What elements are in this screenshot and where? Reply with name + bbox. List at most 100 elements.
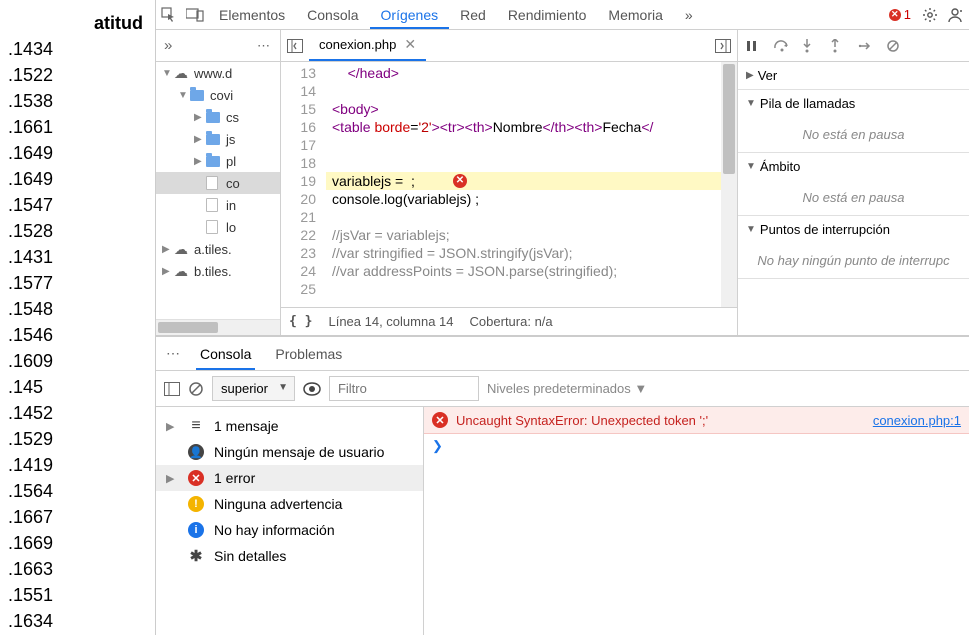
code-line-16[interactable]: <table borde='2'><tr><th>Nombre</th><th>… <box>326 118 737 136</box>
debug-section-ámbito: ▼ÁmbitoNo está en pausa <box>738 153 969 216</box>
file-icon <box>206 176 222 190</box>
console-summary-sidebar: ▶≡1 mensaje👤Ningún mensaje de usuario▶✕1… <box>156 407 424 635</box>
summary-row-warn[interactable]: !Ninguna advertencia <box>156 491 423 517</box>
tree-node-js[interactable]: ▶ js <box>156 128 280 150</box>
user-icon: 👤 <box>188 444 204 460</box>
devtools-topbar: ElementosConsolaOrígenesRedRendimientoMe… <box>156 0 969 30</box>
code-line-22[interactable]: //jsVar = variablejs; <box>326 226 737 244</box>
context-selector[interactable]: superior <box>212 376 295 401</box>
tree-node-label: b.tiles. <box>194 264 232 279</box>
code-line-18[interactable] <box>326 154 737 172</box>
error-icon: ✕ <box>432 412 448 428</box>
tree-h-scrollbar[interactable] <box>156 319 280 335</box>
tab-rendimiento[interactable]: Rendimiento <box>497 1 598 29</box>
console-more-icon[interactable]: ⋯ <box>166 345 180 362</box>
error-indicator[interactable]: ✕ 1 <box>883 7 917 22</box>
tree-node-www.d[interactable]: ▼☁www.d <box>156 62 280 84</box>
column-header: atitud <box>4 10 151 36</box>
tree-node-cs[interactable]: ▶cs <box>156 106 280 128</box>
file-icon <box>206 220 222 234</box>
editor-tab-conexion[interactable]: conexion.php ✕ <box>309 30 426 61</box>
close-icon[interactable]: ✕ <box>404 36 416 53</box>
live-expression-icon[interactable] <box>303 382 321 396</box>
toggle-sidebar-icon[interactable] <box>164 382 180 396</box>
latitude-value: .1649 <box>4 166 151 192</box>
summary-row-user[interactable]: 👤Ningún mensaje de usuario <box>156 439 423 465</box>
code-line-19[interactable]: variablejs = ;✕ <box>326 172 737 190</box>
tree-node-lo[interactable]: lo <box>156 216 280 238</box>
console-tab-consola[interactable]: Consola <box>196 338 255 370</box>
debug-section-title: Puntos de interrupción <box>760 222 890 237</box>
code-line-15[interactable]: <body> <box>326 100 737 118</box>
console-error-row[interactable]: ✕ Uncaught SyntaxError: Unexpected token… <box>424 407 969 434</box>
filter-input[interactable] <box>329 376 479 401</box>
editor-v-scrollbar[interactable] <box>721 62 737 307</box>
summary-text: 1 mensaje <box>214 418 279 434</box>
step-icon[interactable] <box>858 40 878 52</box>
disclosure-icon: ▶ <box>166 420 178 433</box>
code-line-20[interactable]: console.log(variablejs) ; <box>326 190 737 208</box>
tree-node-pl[interactable]: ▶pl <box>156 150 280 172</box>
error-source-link[interactable]: conexion.php:1 <box>873 413 961 428</box>
code-line-14[interactable] <box>326 82 737 100</box>
step-out-icon[interactable] <box>830 39 850 53</box>
debugger-toolbar <box>738 30 969 62</box>
tree-more-icon[interactable]: ⋯ <box>257 38 272 54</box>
summary-text: 1 error <box>214 470 255 486</box>
tab-red[interactable]: Red <box>449 1 497 29</box>
tree-overflow[interactable]: » <box>164 37 172 54</box>
info-icon: i <box>188 522 204 538</box>
tree-node-label: js <box>226 132 235 147</box>
debug-section-header[interactable]: ▶Ver <box>738 62 969 89</box>
code-editor[interactable]: 13141516171819202122232425 </head> <body… <box>281 62 737 307</box>
pretty-print-icon[interactable]: { } <box>289 314 312 329</box>
disclosure-icon: ▶ <box>194 112 206 123</box>
settings-gear-icon[interactable] <box>917 7 943 23</box>
pause-icon[interactable] <box>746 40 766 52</box>
console-prompt[interactable]: ❯ <box>424 434 969 458</box>
code-line-17[interactable] <box>326 136 737 154</box>
disclosure-icon: ▼ <box>746 161 756 172</box>
tree-node-b.tiles.[interactable]: ▶☁b.tiles. <box>156 260 280 282</box>
latitude-value: .1529 <box>4 426 151 452</box>
inspect-icon[interactable] <box>156 7 182 23</box>
tree-node-in[interactable]: in <box>156 194 280 216</box>
disclosure-icon: ▶ <box>194 134 206 145</box>
code-line-13[interactable]: </head> <box>326 64 737 82</box>
toggle-navigator-icon[interactable] <box>287 39 303 53</box>
latitude-value: .1548 <box>4 296 151 322</box>
debug-section-header[interactable]: ▼Ámbito <box>738 153 969 180</box>
code-line-25[interactable] <box>326 280 737 298</box>
tree-node-covi[interactable]: ▼covi <box>156 84 280 106</box>
tab-orígenes[interactable]: Orígenes <box>370 1 450 29</box>
summary-row-msg[interactable]: ▶≡1 mensaje <box>156 413 423 439</box>
tab-memoria[interactable]: Memoria <box>597 1 673 29</box>
summary-row-err[interactable]: ▶✕1 error <box>156 465 423 491</box>
latitude-value: .1634 <box>4 608 151 634</box>
clear-console-icon[interactable] <box>188 381 204 397</box>
step-into-icon[interactable] <box>802 39 822 53</box>
tree-node-a.tiles.[interactable]: ▶☁a.tiles. <box>156 238 280 260</box>
summary-row-det[interactable]: ✱Sin detalles <box>156 543 423 569</box>
deactivate-breakpoints-icon[interactable] <box>886 39 906 53</box>
error-badge-icon: ✕ <box>889 9 901 21</box>
console-drawer: ⋯ Consola Problemas superior Niveles pred… <box>156 335 969 635</box>
summary-text: Ninguna advertencia <box>214 496 342 512</box>
summary-row-info[interactable]: iNo hay información <box>156 517 423 543</box>
tabs-overflow[interactable]: » <box>674 1 704 29</box>
code-lines[interactable]: </head> <body><table borde='2'><tr><th>N… <box>326 62 737 307</box>
log-levels-selector[interactable]: Niveles predeterminados ▼ <box>487 381 647 396</box>
tree-node-co[interactable]: co <box>156 172 280 194</box>
profile-icon[interactable] <box>943 6 969 24</box>
device-toggle-icon[interactable] <box>182 8 208 22</box>
debug-section-header[interactable]: ▼Pila de llamadas <box>738 90 969 117</box>
code-line-23[interactable]: //var stringified = JSON.stringify(jsVar… <box>326 244 737 262</box>
step-over-icon[interactable] <box>774 40 794 52</box>
code-line-24[interactable]: //var addressPoints = JSON.parse(stringi… <box>326 262 737 280</box>
debug-section-header[interactable]: ▼Puntos de interrupción <box>738 216 969 243</box>
tab-elementos[interactable]: Elementos <box>208 1 296 29</box>
toggle-debugger-icon[interactable] <box>715 39 731 53</box>
code-line-21[interactable] <box>326 208 737 226</box>
console-tab-problemas[interactable]: Problemas <box>271 338 346 370</box>
tab-consola[interactable]: Consola <box>296 1 369 29</box>
